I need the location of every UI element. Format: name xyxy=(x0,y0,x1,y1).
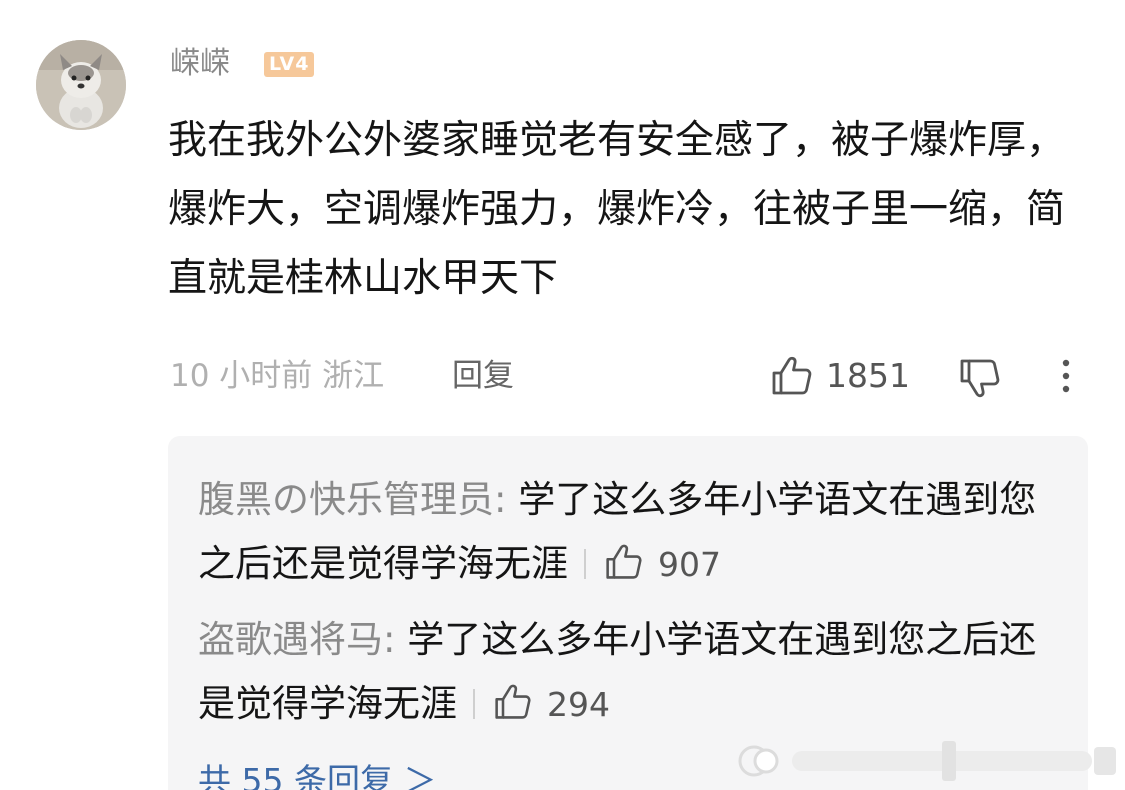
watermark-logo xyxy=(738,741,1116,781)
avatar[interactable] xyxy=(36,40,126,130)
comment-card: 嵘嵘 LV4 我在我外公外婆家睡觉老有安全感了，被子爆炸厚，爆炸大，空调爆炸强力… xyxy=(0,0,1125,790)
thumbs-down-icon[interactable] xyxy=(958,356,1002,400)
plush-dog-avatar-image xyxy=(36,40,126,130)
time-location: 10 小时前 浙江 xyxy=(170,358,385,394)
reply-like-count: 907 xyxy=(658,545,721,584)
reply-author[interactable]: 盗歌遇将马: xyxy=(198,618,395,661)
thumbs-up-icon[interactable] xyxy=(604,542,644,582)
reply-divider xyxy=(584,549,586,579)
thumbs-up-icon[interactable] xyxy=(770,354,814,398)
reply-item: 盗歌遇将马: 学了这么多年小学语文在遇到您之后还是觉得学海无涯 294 xyxy=(198,608,1068,737)
view-all-replies-link[interactable]: 共 55 条回复 ＞ xyxy=(198,761,436,790)
comment-text: 我在我外公外婆家睡觉老有安全感了，被子爆炸厚，爆炸大，空调爆炸强力，爆炸冷，往被… xyxy=(168,118,1066,301)
reply-author[interactable]: 腹黑の快乐管理员: xyxy=(198,478,506,521)
reply-item: 腹黑の快乐管理员: 学了这么多年小学语文在遇到您之后还是觉得学海无涯 907 xyxy=(198,468,1068,597)
reply-button[interactable]: 回复 xyxy=(452,356,514,396)
more-vertical-icon[interactable] xyxy=(1054,354,1078,398)
reply-like-count: 294 xyxy=(547,685,610,724)
username[interactable]: 嵘嵘 xyxy=(170,44,230,84)
thumbs-up-icon[interactable] xyxy=(493,682,533,722)
reply-divider xyxy=(473,689,475,719)
level-badge: LV4 xyxy=(264,52,315,77)
like-count: 1851 xyxy=(826,356,910,395)
comment-actions: 10 小时前 浙江 回复 1851 xyxy=(0,348,1125,404)
